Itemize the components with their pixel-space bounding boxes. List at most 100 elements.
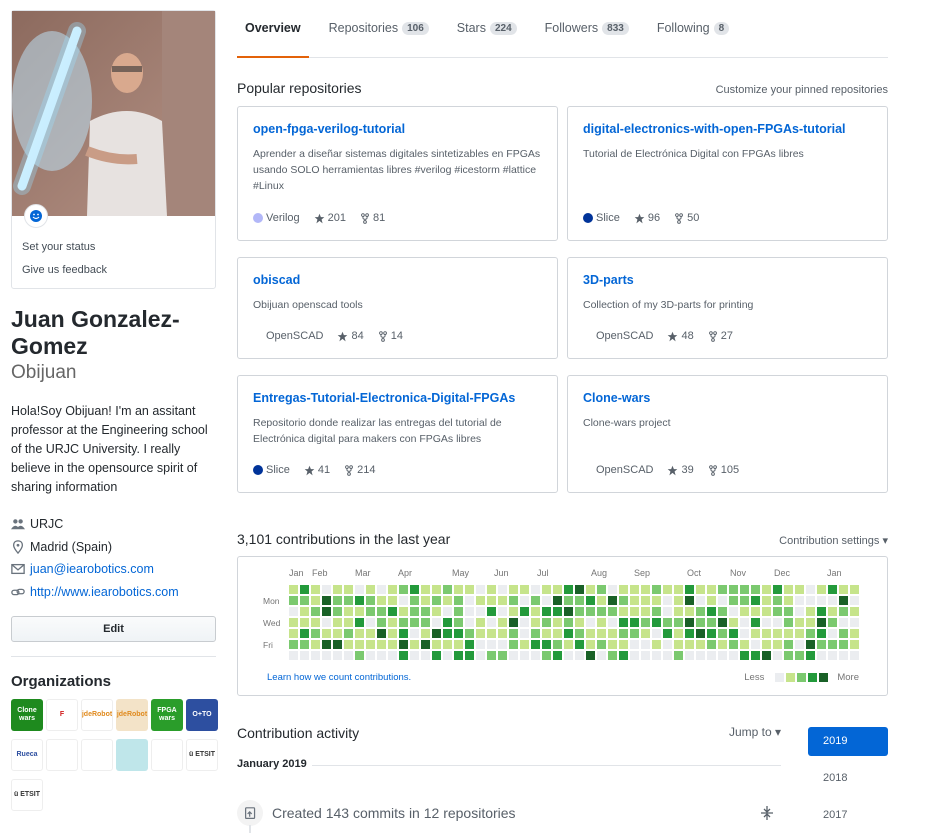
contribution-day[interactable] [817, 618, 826, 627]
contribution-day[interactable] [355, 629, 364, 638]
contribution-day[interactable] [795, 607, 804, 616]
contribution-day[interactable] [564, 640, 573, 649]
contribution-day[interactable] [586, 651, 595, 660]
org-sketch[interactable] [81, 739, 113, 771]
contribution-day[interactable] [377, 596, 386, 605]
contribution-day[interactable] [344, 618, 353, 627]
contribution-day[interactable] [465, 629, 474, 638]
contribution-day[interactable] [443, 629, 452, 638]
contribution-day[interactable] [685, 585, 694, 594]
contribution-day[interactable] [762, 596, 771, 605]
contribution-day[interactable] [509, 618, 518, 627]
org-puzzle[interactable] [116, 739, 148, 771]
contribution-day[interactable] [333, 618, 342, 627]
repo-stars[interactable]: 48 [667, 330, 694, 342]
contribution-day[interactable] [762, 651, 771, 660]
contribution-day[interactable] [509, 640, 518, 649]
contribution-day[interactable] [641, 596, 650, 605]
contribution-day[interactable] [432, 607, 441, 616]
org-rueca[interactable]: Rueca [11, 739, 43, 771]
contribution-day[interactable] [487, 651, 496, 660]
contribution-day[interactable] [388, 596, 397, 605]
contribution-day[interactable] [388, 607, 397, 616]
contribution-day[interactable] [674, 640, 683, 649]
contribution-day[interactable] [586, 596, 595, 605]
contribution-day[interactable] [322, 651, 331, 660]
contribution-day[interactable] [652, 596, 661, 605]
contribution-day[interactable] [553, 596, 562, 605]
contribution-day[interactable] [344, 640, 353, 649]
contribution-day[interactable] [751, 596, 760, 605]
contribution-day[interactable] [421, 618, 430, 627]
contribution-day[interactable] [553, 629, 562, 638]
contribution-day[interactable] [707, 651, 716, 660]
contribution-day[interactable] [674, 618, 683, 627]
contribution-day[interactable] [432, 629, 441, 638]
contribution-day[interactable] [421, 629, 430, 638]
contribution-day[interactable] [410, 651, 419, 660]
contribution-day[interactable] [630, 585, 639, 594]
repo-name-link[interactable]: Clone-wars [583, 391, 650, 405]
contribution-day[interactable] [432, 618, 441, 627]
contribution-day[interactable] [454, 596, 463, 605]
contribution-day[interactable] [784, 640, 793, 649]
contribution-day[interactable] [509, 651, 518, 660]
contribution-day[interactable] [630, 640, 639, 649]
contribution-day[interactable] [608, 607, 617, 616]
contribution-day[interactable] [344, 585, 353, 594]
contribution-day[interactable] [542, 640, 551, 649]
contribution-day[interactable] [850, 585, 859, 594]
contribution-day[interactable] [817, 607, 826, 616]
contribution-day[interactable] [289, 651, 298, 660]
contribution-day[interactable] [575, 651, 584, 660]
contribution-day[interactable] [586, 618, 595, 627]
contribution-day[interactable] [531, 629, 540, 638]
contribution-day[interactable] [432, 585, 441, 594]
contribution-day[interactable] [652, 629, 661, 638]
contribution-day[interactable] [476, 640, 485, 649]
contribution-day[interactable] [388, 640, 397, 649]
contribution-day[interactable] [740, 596, 749, 605]
contribution-day[interactable] [641, 640, 650, 649]
contribution-day[interactable] [608, 640, 617, 649]
org-fpga-wars[interactable]: FPGA wars [151, 699, 183, 731]
contribution-day[interactable] [773, 640, 782, 649]
contribution-day[interactable] [520, 640, 529, 649]
contribution-day[interactable] [542, 585, 551, 594]
contribution-day[interactable] [344, 629, 353, 638]
contribution-day[interactable] [718, 618, 727, 627]
email-link[interactable]: juan@iearobotics.com [30, 562, 154, 576]
contribution-day[interactable] [487, 607, 496, 616]
contribution-day[interactable] [641, 607, 650, 616]
contribution-day[interactable] [740, 640, 749, 649]
contribution-day[interactable] [355, 640, 364, 649]
contribution-day[interactable] [553, 640, 562, 649]
contribution-day[interactable] [520, 651, 529, 660]
contribution-day[interactable] [289, 585, 298, 594]
customize-pins-link[interactable]: Customize your pinned repositories [716, 84, 888, 96]
contribution-day[interactable] [630, 618, 639, 627]
contribution-day[interactable] [366, 618, 375, 627]
contribution-day[interactable] [608, 596, 617, 605]
repo-name-link[interactable]: open-fpga-verilog-tutorial [253, 122, 405, 136]
contribution-day[interactable] [806, 618, 815, 627]
contribution-day[interactable] [377, 607, 386, 616]
org-robot-board[interactable] [46, 739, 78, 771]
contribution-day[interactable] [685, 640, 694, 649]
contribution-day[interactable] [784, 607, 793, 616]
feedback-link[interactable]: Give us feedback [22, 259, 205, 282]
contribution-day[interactable] [311, 607, 320, 616]
contribution-day[interactable] [487, 585, 496, 594]
contribution-day[interactable] [509, 585, 518, 594]
contribution-day[interactable] [520, 585, 529, 594]
contribution-day[interactable] [707, 618, 716, 627]
contribution-day[interactable] [696, 640, 705, 649]
contribution-day[interactable] [652, 651, 661, 660]
contribution-day[interactable] [795, 651, 804, 660]
contribution-day[interactable] [850, 640, 859, 649]
contribution-day[interactable] [773, 651, 782, 660]
contribution-day[interactable] [597, 629, 606, 638]
contribution-day[interactable] [784, 585, 793, 594]
contribution-day[interactable] [520, 618, 529, 627]
contribution-day[interactable] [300, 585, 309, 594]
